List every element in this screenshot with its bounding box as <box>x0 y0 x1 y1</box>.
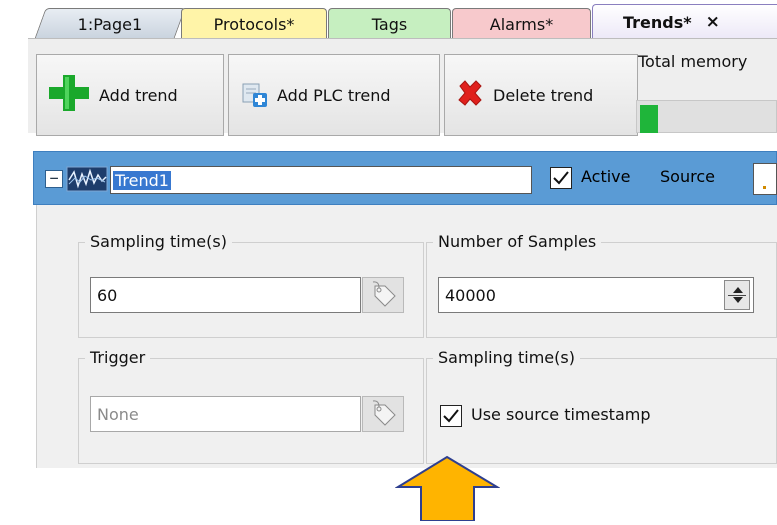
trend-name-input[interactable]: Trend1 <box>110 166 532 194</box>
add-plc-trend-label: Add PLC trend <box>277 85 391 105</box>
tab-alarms[interactable]: Alarms* <box>452 8 591 39</box>
add-trend-button[interactable]: Add trend <box>36 54 224 136</box>
tab-bar: 1:Page1 Protocols* Tags Alarms* Trends* … <box>0 0 777 39</box>
tab-page1-label: 1:Page1 <box>77 14 143 34</box>
trigger-title: Trigger <box>85 348 151 368</box>
add-plc-trend-button[interactable]: Add PLC trend <box>228 54 440 136</box>
delete-trend-label: Delete trend <box>493 85 594 105</box>
number-of-samples-title: Number of Samples <box>433 232 602 252</box>
tab-page1[interactable]: 1:Page1 <box>34 8 186 39</box>
source-input[interactable] <box>753 163 777 195</box>
red-x-icon <box>455 78 485 112</box>
checkmark-icon <box>443 409 459 423</box>
tab-trends[interactable]: Trends* × <box>592 4 777 39</box>
sampling-time-input[interactable]: 60 <box>90 277 361 313</box>
checkmark-icon <box>553 171 569 185</box>
memory-progress-fill <box>640 105 658 133</box>
tab-protocols-label: Protocols* <box>213 14 295 34</box>
use-source-timestamp-checkbox[interactable] <box>440 405 462 427</box>
trigger-input[interactable]: None <box>90 396 361 432</box>
plc-add-icon <box>239 78 269 112</box>
tab-tags-label: Tags <box>371 14 408 34</box>
spin-down-icon[interactable] <box>733 297 743 303</box>
trend-wave-icon <box>66 166 108 192</box>
samples-spinner[interactable] <box>724 280 750 310</box>
tab-tags[interactable]: Tags <box>328 8 451 39</box>
pointer-arrow-up-icon <box>394 455 501 522</box>
trend-name-text: Trend1 <box>113 170 171 190</box>
plus-icon <box>47 73 91 117</box>
number-of-samples-input[interactable]: 40000 <box>438 277 754 313</box>
tag-icon <box>372 400 396 426</box>
collapse-toggle-icon[interactable]: − <box>45 170 63 188</box>
tag-icon <box>372 281 396 307</box>
total-memory-label: Total memory <box>638 52 748 71</box>
close-icon[interactable]: × <box>706 12 720 32</box>
tab-alarms-label: Alarms* <box>489 14 554 34</box>
source-label: Source <box>660 167 715 186</box>
spin-up-icon[interactable] <box>733 287 743 293</box>
trigger-placeholder: None <box>97 404 139 424</box>
trigger-tag-button[interactable] <box>362 396 404 432</box>
source-timestamp-group-title: Sampling time(s) <box>433 348 580 368</box>
tab-trends-label: Trends* <box>623 12 692 32</box>
tab-protocols[interactable]: Protocols* <box>181 8 327 39</box>
active-checkbox[interactable] <box>550 167 572 189</box>
active-label: Active <box>581 167 631 186</box>
delete-trend-button[interactable]: Delete trend <box>444 54 638 136</box>
sampling-time-title: Sampling time(s) <box>85 232 232 252</box>
sampling-time-tag-button[interactable] <box>362 277 404 313</box>
use-source-timestamp-label: Use source timestamp <box>471 405 651 424</box>
sampling-time-value: 60 <box>97 285 118 305</box>
add-trend-label: Add trend <box>99 85 178 105</box>
number-of-samples-value: 40000 <box>445 285 496 305</box>
